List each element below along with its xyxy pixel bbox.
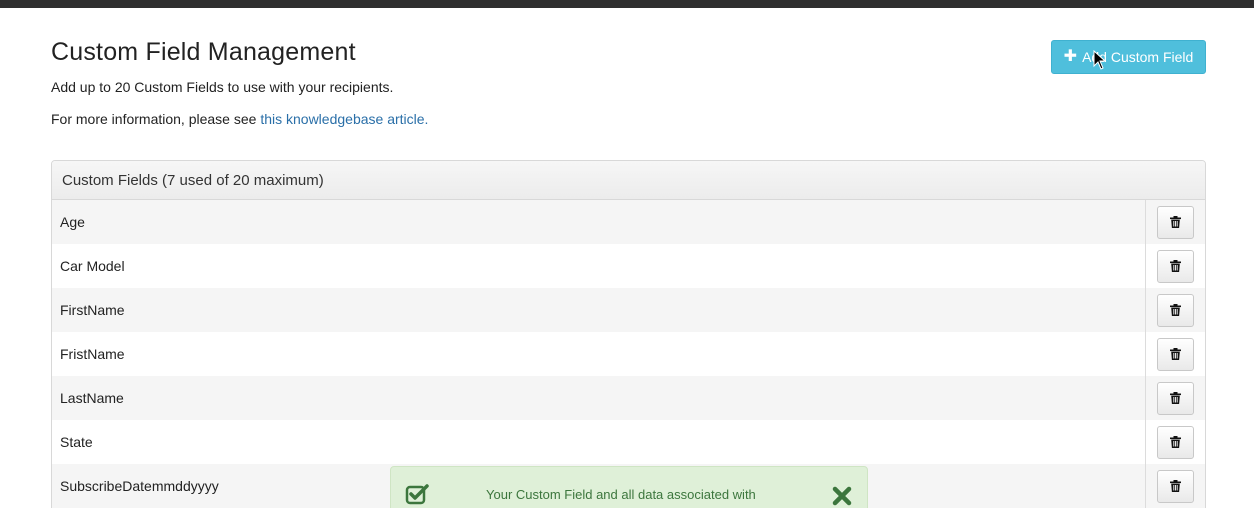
delete-field-button[interactable]	[1157, 293, 1194, 327]
row-action-cell	[1145, 244, 1205, 288]
top-bar	[0, 0, 1254, 8]
close-icon[interactable]	[832, 486, 852, 506]
delete-field-button[interactable]	[1157, 425, 1194, 459]
table-row: Car Model	[52, 244, 1205, 288]
row-action-cell	[1145, 332, 1205, 376]
custom-fields-panel: Custom Fields (7 used of 20 maximum) Age…	[51, 160, 1206, 508]
info-line: For more information, please see this kn…	[51, 111, 428, 127]
add-custom-field-label: Add Custom Field	[1082, 49, 1194, 65]
delete-field-button[interactable]	[1157, 469, 1194, 503]
page-title: Custom Field Management	[51, 38, 356, 66]
panel-header: Custom Fields (7 used of 20 maximum)	[52, 161, 1205, 200]
row-action-cell	[1145, 288, 1205, 332]
table-row: FirstName	[52, 288, 1205, 332]
trash-icon	[1170, 260, 1181, 272]
field-name: FirstName	[60, 302, 125, 318]
plus-icon: ✚	[1063, 48, 1078, 65]
field-name: Car Model	[60, 258, 125, 274]
check-square-icon	[405, 484, 429, 505]
trash-icon	[1170, 392, 1181, 404]
row-action-cell	[1145, 464, 1205, 508]
row-action-cell	[1145, 420, 1205, 464]
row-action-cell	[1145, 376, 1205, 420]
success-toast: Your Custom Field and all data associate…	[390, 466, 868, 508]
add-custom-field-button[interactable]: ✚ Add Custom Field	[1051, 40, 1206, 74]
trash-icon	[1170, 304, 1181, 316]
delete-field-button[interactable]	[1157, 205, 1194, 239]
delete-field-button[interactable]	[1157, 249, 1194, 283]
trash-icon	[1170, 216, 1181, 228]
table-row: State	[52, 420, 1205, 464]
delete-field-button[interactable]	[1157, 337, 1194, 371]
custom-fields-list: Age Car Model FirstName FristName LastName St…	[52, 200, 1205, 508]
info-prefix: For more information, please see	[51, 111, 261, 127]
field-name: Age	[60, 214, 85, 230]
trash-icon	[1170, 480, 1181, 492]
page-subtitle: Add up to 20 Custom Fields to use with y…	[51, 79, 394, 95]
knowledgebase-link[interactable]: this knowledgebase article.	[260, 111, 428, 127]
field-name: LastName	[60, 390, 124, 406]
table-row: FristName	[52, 332, 1205, 376]
trash-icon	[1170, 436, 1181, 448]
delete-field-button[interactable]	[1157, 381, 1194, 415]
toast-message: Your Custom Field and all data associate…	[486, 487, 756, 502]
row-action-cell	[1145, 200, 1205, 244]
trash-icon	[1170, 348, 1181, 360]
field-name: FristName	[60, 346, 125, 362]
table-row: Age	[52, 200, 1205, 244]
table-row: LastName	[52, 376, 1205, 420]
field-name: State	[60, 434, 93, 450]
